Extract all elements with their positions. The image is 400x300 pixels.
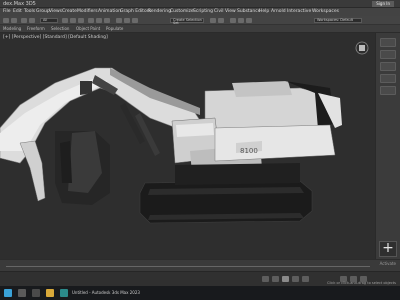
menu-item-graph-editors[interactable]: Graph Editors — [120, 9, 151, 14]
menu-item-arnold[interactable]: Arnold — [271, 9, 286, 14]
play-icon[interactable] — [282, 276, 289, 282]
material-editor-icon[interactable] — [230, 18, 236, 23]
app-title: dex.Max 3D5 — [3, 1, 36, 7]
search-icon[interactable] — [18, 289, 26, 297]
menu-item-create[interactable]: Create — [62, 9, 77, 14]
menu-item-tools[interactable]: Tools — [24, 9, 35, 14]
menu-item-help[interactable]: Help — [259, 9, 269, 14]
unlink-icon[interactable] — [29, 18, 35, 23]
menu-item-workspaces[interactable]: Workspaces — [312, 9, 339, 14]
menu-item-rendering[interactable]: Rendering — [148, 9, 171, 14]
mirror-icon[interactable] — [210, 18, 216, 23]
activate-watermark: Activate — [379, 261, 396, 266]
status-bar: Click or click-and-drag to select object… — [0, 271, 400, 286]
menu-item-civil-view[interactable]: Civil View — [214, 9, 236, 14]
command-panel: + — [375, 33, 400, 259]
windows-start-icon[interactable] — [4, 289, 12, 297]
align-icon[interactable] — [218, 18, 224, 23]
modify-panel-button[interactable] — [380, 50, 396, 59]
selection-filter-dropdown[interactable]: All — [40, 18, 58, 23]
menu-item-group[interactable]: Group — [36, 9, 50, 14]
status-hint: Click or click-and-drag to select object… — [327, 281, 396, 285]
tab-object-paint[interactable]: Object Paint — [76, 26, 100, 31]
scale-icon[interactable] — [104, 18, 110, 23]
motion-panel-button[interactable] — [380, 74, 396, 83]
excavator-model[interactable] — [0, 33, 375, 259]
percent-snap-icon[interactable] — [132, 18, 138, 23]
snaps-toggle-icon[interactable] — [116, 18, 122, 23]
rectangular-selection-icon[interactable] — [78, 18, 84, 23]
task-view-icon[interactable] — [32, 289, 40, 297]
menu-item-edit[interactable]: Edit — [13, 9, 22, 14]
create-panel-button[interactable] — [380, 38, 396, 47]
3dsmax-app-icon[interactable] — [60, 289, 68, 297]
add-plus-icon[interactable]: + — [379, 241, 397, 257]
tab-modeling[interactable]: Modeling — [3, 26, 21, 31]
hierarchy-panel-button[interactable] — [380, 62, 396, 71]
menu-bar: File Edit Tools Group Views Create Modif… — [0, 8, 400, 16]
menu-item-scripting[interactable]: Scripting — [193, 9, 213, 14]
time-slider-track[interactable] — [6, 266, 370, 267]
prev-frame-icon[interactable] — [272, 276, 279, 282]
undo-icon[interactable] — [3, 18, 9, 23]
move-icon[interactable] — [88, 18, 94, 23]
next-frame-icon[interactable] — [292, 276, 299, 282]
timeline[interactable]: Activate — [0, 259, 400, 271]
sign-in-button[interactable]: Sign In — [372, 1, 394, 7]
select-object-icon[interactable] — [62, 18, 68, 23]
taskbar-app-label[interactable]: Untitled - Autodesk 3ds Max 2023 — [72, 290, 140, 295]
goto-start-icon[interactable] — [262, 276, 269, 282]
menu-item-modifiers[interactable]: Modifiers — [77, 9, 98, 14]
tab-populate[interactable]: Populate — [106, 26, 123, 31]
display-panel-button[interactable] — [380, 86, 396, 95]
title-bar: dex.Max 3D5 Sign In — [0, 0, 400, 8]
named-selection-dropdown[interactable]: Create Selection Set — [170, 18, 204, 25]
workspace-dropdown[interactable]: Workspaces: Default — [314, 18, 362, 23]
perspective-viewport[interactable]: [+] [Perspective] [Standard] [Default Sh… — [0, 33, 375, 259]
goto-end-icon[interactable] — [302, 276, 309, 282]
main-toolbar: All Create Selection Set Workspaces: Def… — [0, 16, 400, 25]
file-explorer-icon[interactable] — [46, 289, 54, 297]
rotate-icon[interactable] — [96, 18, 102, 23]
viewcube-icon[interactable] — [355, 41, 369, 55]
menu-item-file[interactable]: File — [3, 9, 11, 14]
select-by-name-icon[interactable] — [70, 18, 76, 23]
link-icon[interactable] — [21, 18, 27, 23]
ribbon-tabs: Modeling Freeform Selection Object Paint… — [0, 25, 400, 33]
os-taskbar: Untitled - Autodesk 3ds Max 2023 — [0, 286, 400, 300]
tab-selection[interactable]: Selection — [51, 26, 69, 31]
menu-item-animation[interactable]: Animation — [98, 9, 121, 14]
tab-freeform[interactable]: Freeform — [27, 26, 45, 31]
render-setup-icon[interactable] — [238, 18, 244, 23]
menu-item-interactive[interactable]: Interactive — [287, 9, 311, 14]
model-label: 8100 — [240, 147, 258, 155]
menu-item-customize[interactable]: Customize — [170, 9, 194, 14]
menu-item-substance[interactable]: Substance — [237, 9, 261, 14]
angle-snap-icon[interactable] — [124, 18, 130, 23]
menu-item-views[interactable]: Views — [49, 9, 62, 14]
render-icon[interactable] — [246, 18, 252, 23]
redo-icon[interactable] — [11, 18, 17, 23]
